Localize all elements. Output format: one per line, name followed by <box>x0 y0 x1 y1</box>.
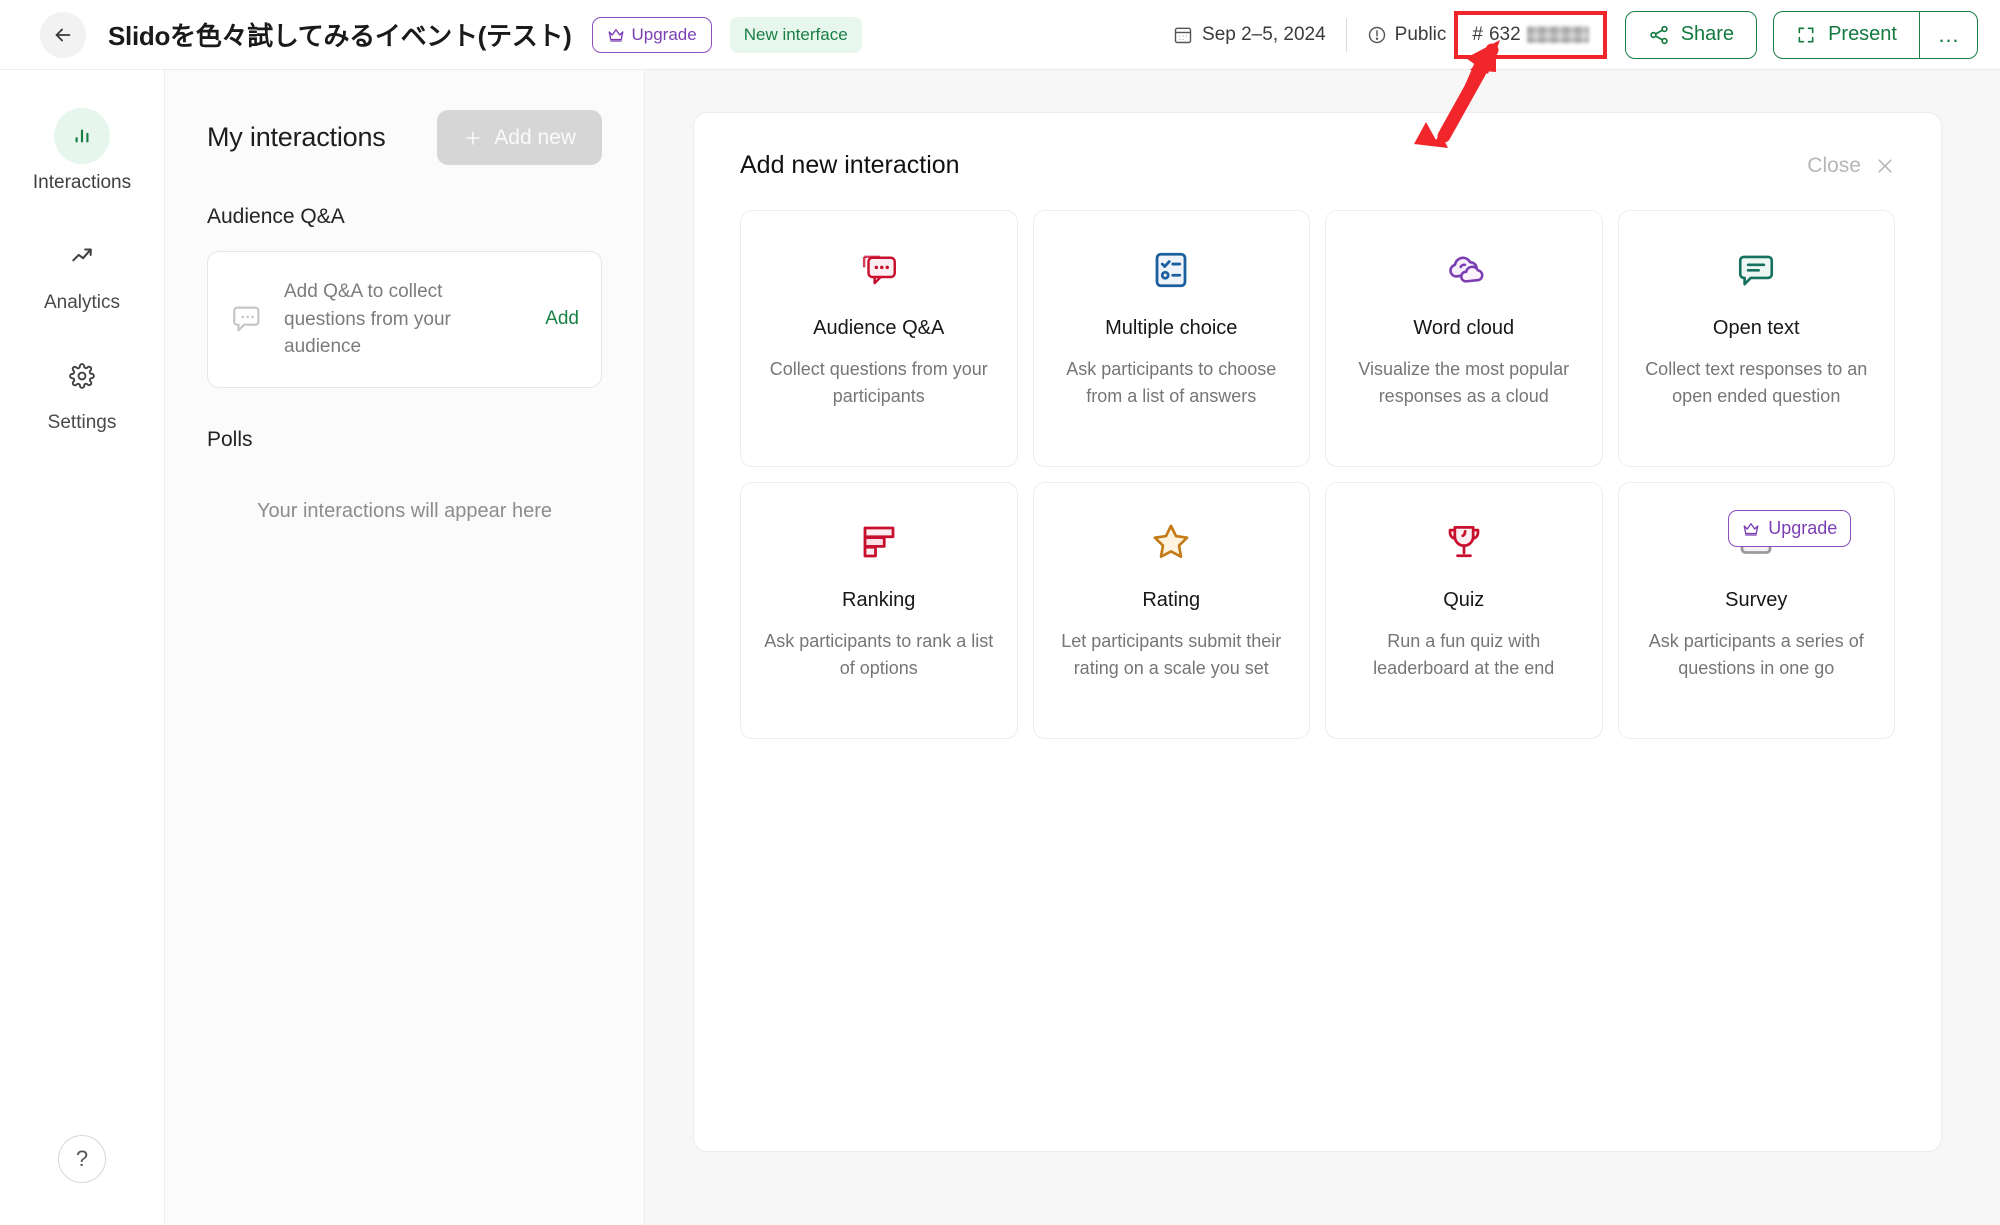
event-date-label: Sep 2–5, 2024 <box>1202 23 1326 45</box>
card-desc: Let participants submit their rating on … <box>1061 631 1282 679</box>
interaction-card-survey[interactable]: Upgrade Survey Ask participants a series… <box>1617 482 1895 739</box>
panel-header: Add new interaction Close <box>740 151 1895 180</box>
card-title: Ranking <box>842 589 916 611</box>
close-icon <box>1878 158 1892 173</box>
section-polls-label: Polls <box>207 427 253 451</box>
ranking-bars-icon <box>858 517 900 567</box>
card-desc: Visualize the most popular responses as … <box>1358 359 1570 407</box>
header-upgrade-button[interactable]: Upgrade <box>591 16 712 53</box>
gear-icon <box>54 348 110 404</box>
interaction-card-word-cloud[interactable]: Word cloud Visualize the most popular re… <box>1325 210 1603 467</box>
my-interactions-title: My interactions <box>207 122 386 152</box>
interaction-card-open-text[interactable]: Open text Collect text responses to an o… <box>1617 210 1895 467</box>
card-title: Multiple choice <box>1105 317 1238 339</box>
card-desc: Run a fun quiz with leaderboard at the e… <box>1373 631 1555 679</box>
bar-chart-icon <box>54 108 110 164</box>
ellipsis-icon: … <box>1937 21 1960 47</box>
interaction-card-audience-qa[interactable]: Audience Q&A Collect questions from your… <box>740 210 1018 467</box>
present-label: Present <box>1828 23 1897 45</box>
event-code-redacted-mask <box>1526 26 1589 43</box>
event-code-hash: # <box>1472 23 1483 45</box>
sidebar-label-analytics: Analytics <box>43 292 121 313</box>
event-date: Sep 2–5, 2024 <box>1173 24 1346 46</box>
help-button[interactable]: ? <box>58 1135 106 1183</box>
sidebar-item-settings[interactable]: Settings <box>0 348 164 434</box>
interaction-card-multiple-choice[interactable]: Multiple choice Ask participants to choo… <box>1032 210 1310 467</box>
present-button[interactable]: Present <box>1774 12 1919 58</box>
chat-bubble-dots-icon <box>858 245 900 295</box>
qa-add-link[interactable]: Add <box>545 308 579 330</box>
panel-title: Add new interaction <box>740 151 960 179</box>
add-new-interaction-panel: Add new interaction Close Audience Q&A C… <box>693 112 1942 1152</box>
left-nav-sidebar: Interactions Analytics Settings ? <box>0 70 165 1225</box>
section-audience-qa-label: Audience Q&A <box>207 205 345 228</box>
survey-upgrade-label: Upgrade <box>1768 518 1838 538</box>
sidebar-label-settings: Settings <box>47 412 117 433</box>
event-visibility[interactable]: Public <box>1347 24 1459 46</box>
add-new-button[interactable]: Add new <box>437 110 602 165</box>
event-title: Slidoを色々試してみるイベント(テスト) <box>108 21 572 51</box>
my-interactions-header: My interactions Add new <box>207 110 602 165</box>
present-more-button[interactable]: … <box>1919 11 1977 58</box>
plus-icon <box>466 130 480 145</box>
sidebar-item-analytics[interactable]: Analytics <box>0 228 164 314</box>
fullscreen-icon <box>1798 27 1814 42</box>
share-button[interactable]: Share <box>1624 10 1758 59</box>
survey-upgrade-badge[interactable]: Upgrade <box>1728 510 1852 547</box>
trend-up-icon <box>54 228 110 284</box>
main-content-area: Add new interaction Close Audience Q&A C… <box>645 70 2000 1225</box>
card-title: Word cloud <box>1413 317 1515 339</box>
card-title: Open text <box>1712 317 1800 339</box>
interaction-card-rating[interactable]: Rating Let participants submit their rat… <box>1032 482 1310 739</box>
speech-lines-icon <box>1735 245 1777 295</box>
add-new-label: Add new <box>494 125 576 149</box>
share-icon <box>1649 25 1668 44</box>
event-code[interactable]: # 632 <box>1454 10 1607 59</box>
cloud-icon <box>1442 245 1486 295</box>
calendar-icon <box>1174 27 1192 43</box>
sidebar-label-interactions: Interactions <box>32 172 132 193</box>
qa-promo-card[interactable]: Add Q&A to collect questions from your a… <box>207 251 602 388</box>
close-panel-button[interactable]: Close <box>1807 154 1895 178</box>
star-icon <box>1148 517 1194 567</box>
interaction-card-quiz[interactable]: Quiz Run a fun quiz with leaderboard at … <box>1325 482 1603 739</box>
interaction-card-ranking[interactable]: Ranking Ask participants to rank a list … <box>740 482 1018 739</box>
slido-app-window: Slidoを色々試してみるイベント(テスト) Upgrade New inter… <box>0 0 2000 1225</box>
sidebar-item-interactions[interactable]: Interactions <box>0 108 164 194</box>
event-code-value: 632 <box>1488 23 1521 45</box>
card-desc: Ask participants to rank a list of optio… <box>764 631 994 679</box>
new-interface-label: New interface <box>743 24 848 44</box>
header-right-group: Sep 2–5, 2024 Public # 632 Share Present… <box>1173 10 1978 59</box>
card-desc: Collect text responses to an open ended … <box>1645 359 1868 407</box>
card-title: Rating <box>1142 589 1201 611</box>
header-upgrade-label: Upgrade <box>631 24 697 44</box>
card-title: Audience Q&A <box>813 317 945 339</box>
share-label: Share <box>1680 23 1735 45</box>
app-header: Slidoを色々試してみるイベント(テスト) Upgrade New inter… <box>0 0 2000 70</box>
close-label: Close <box>1807 153 1861 177</box>
interactions-empty-state: Your interactions will appear here <box>257 499 552 522</box>
question-mark-icon: ? <box>75 1146 89 1171</box>
trophy-icon <box>1442 517 1486 567</box>
crown-icon <box>608 28 623 42</box>
arrow-left-icon <box>55 28 71 41</box>
app-body: Interactions Analytics Settings ? My int… <box>0 70 2000 1225</box>
card-desc: Ask participants to choose from a list o… <box>1066 359 1277 407</box>
chat-bubble-icon <box>233 306 260 332</box>
info-circle-icon <box>1368 26 1385 43</box>
card-desc: Ask participants a series of questions i… <box>1648 631 1864 679</box>
crown-icon <box>1743 522 1759 536</box>
my-interactions-panel: My interactions Add new Audience Q&A Add… <box>165 70 645 1225</box>
interaction-type-grid: Audience Q&A Collect questions from your… <box>740 210 1895 739</box>
present-button-group: Present … <box>1773 10 1978 59</box>
card-desc: Collect questions from your participants <box>769 359 988 407</box>
checklist-icon <box>1150 245 1192 295</box>
back-button[interactable] <box>40 11 86 58</box>
card-title: Quiz <box>1443 589 1485 611</box>
new-interface-badge[interactable]: New interface <box>729 16 862 53</box>
event-visibility-label: Public <box>1394 23 1447 45</box>
qa-promo-text: Add Q&A to collect questions from your a… <box>284 281 451 358</box>
card-title: Survey <box>1725 589 1788 611</box>
